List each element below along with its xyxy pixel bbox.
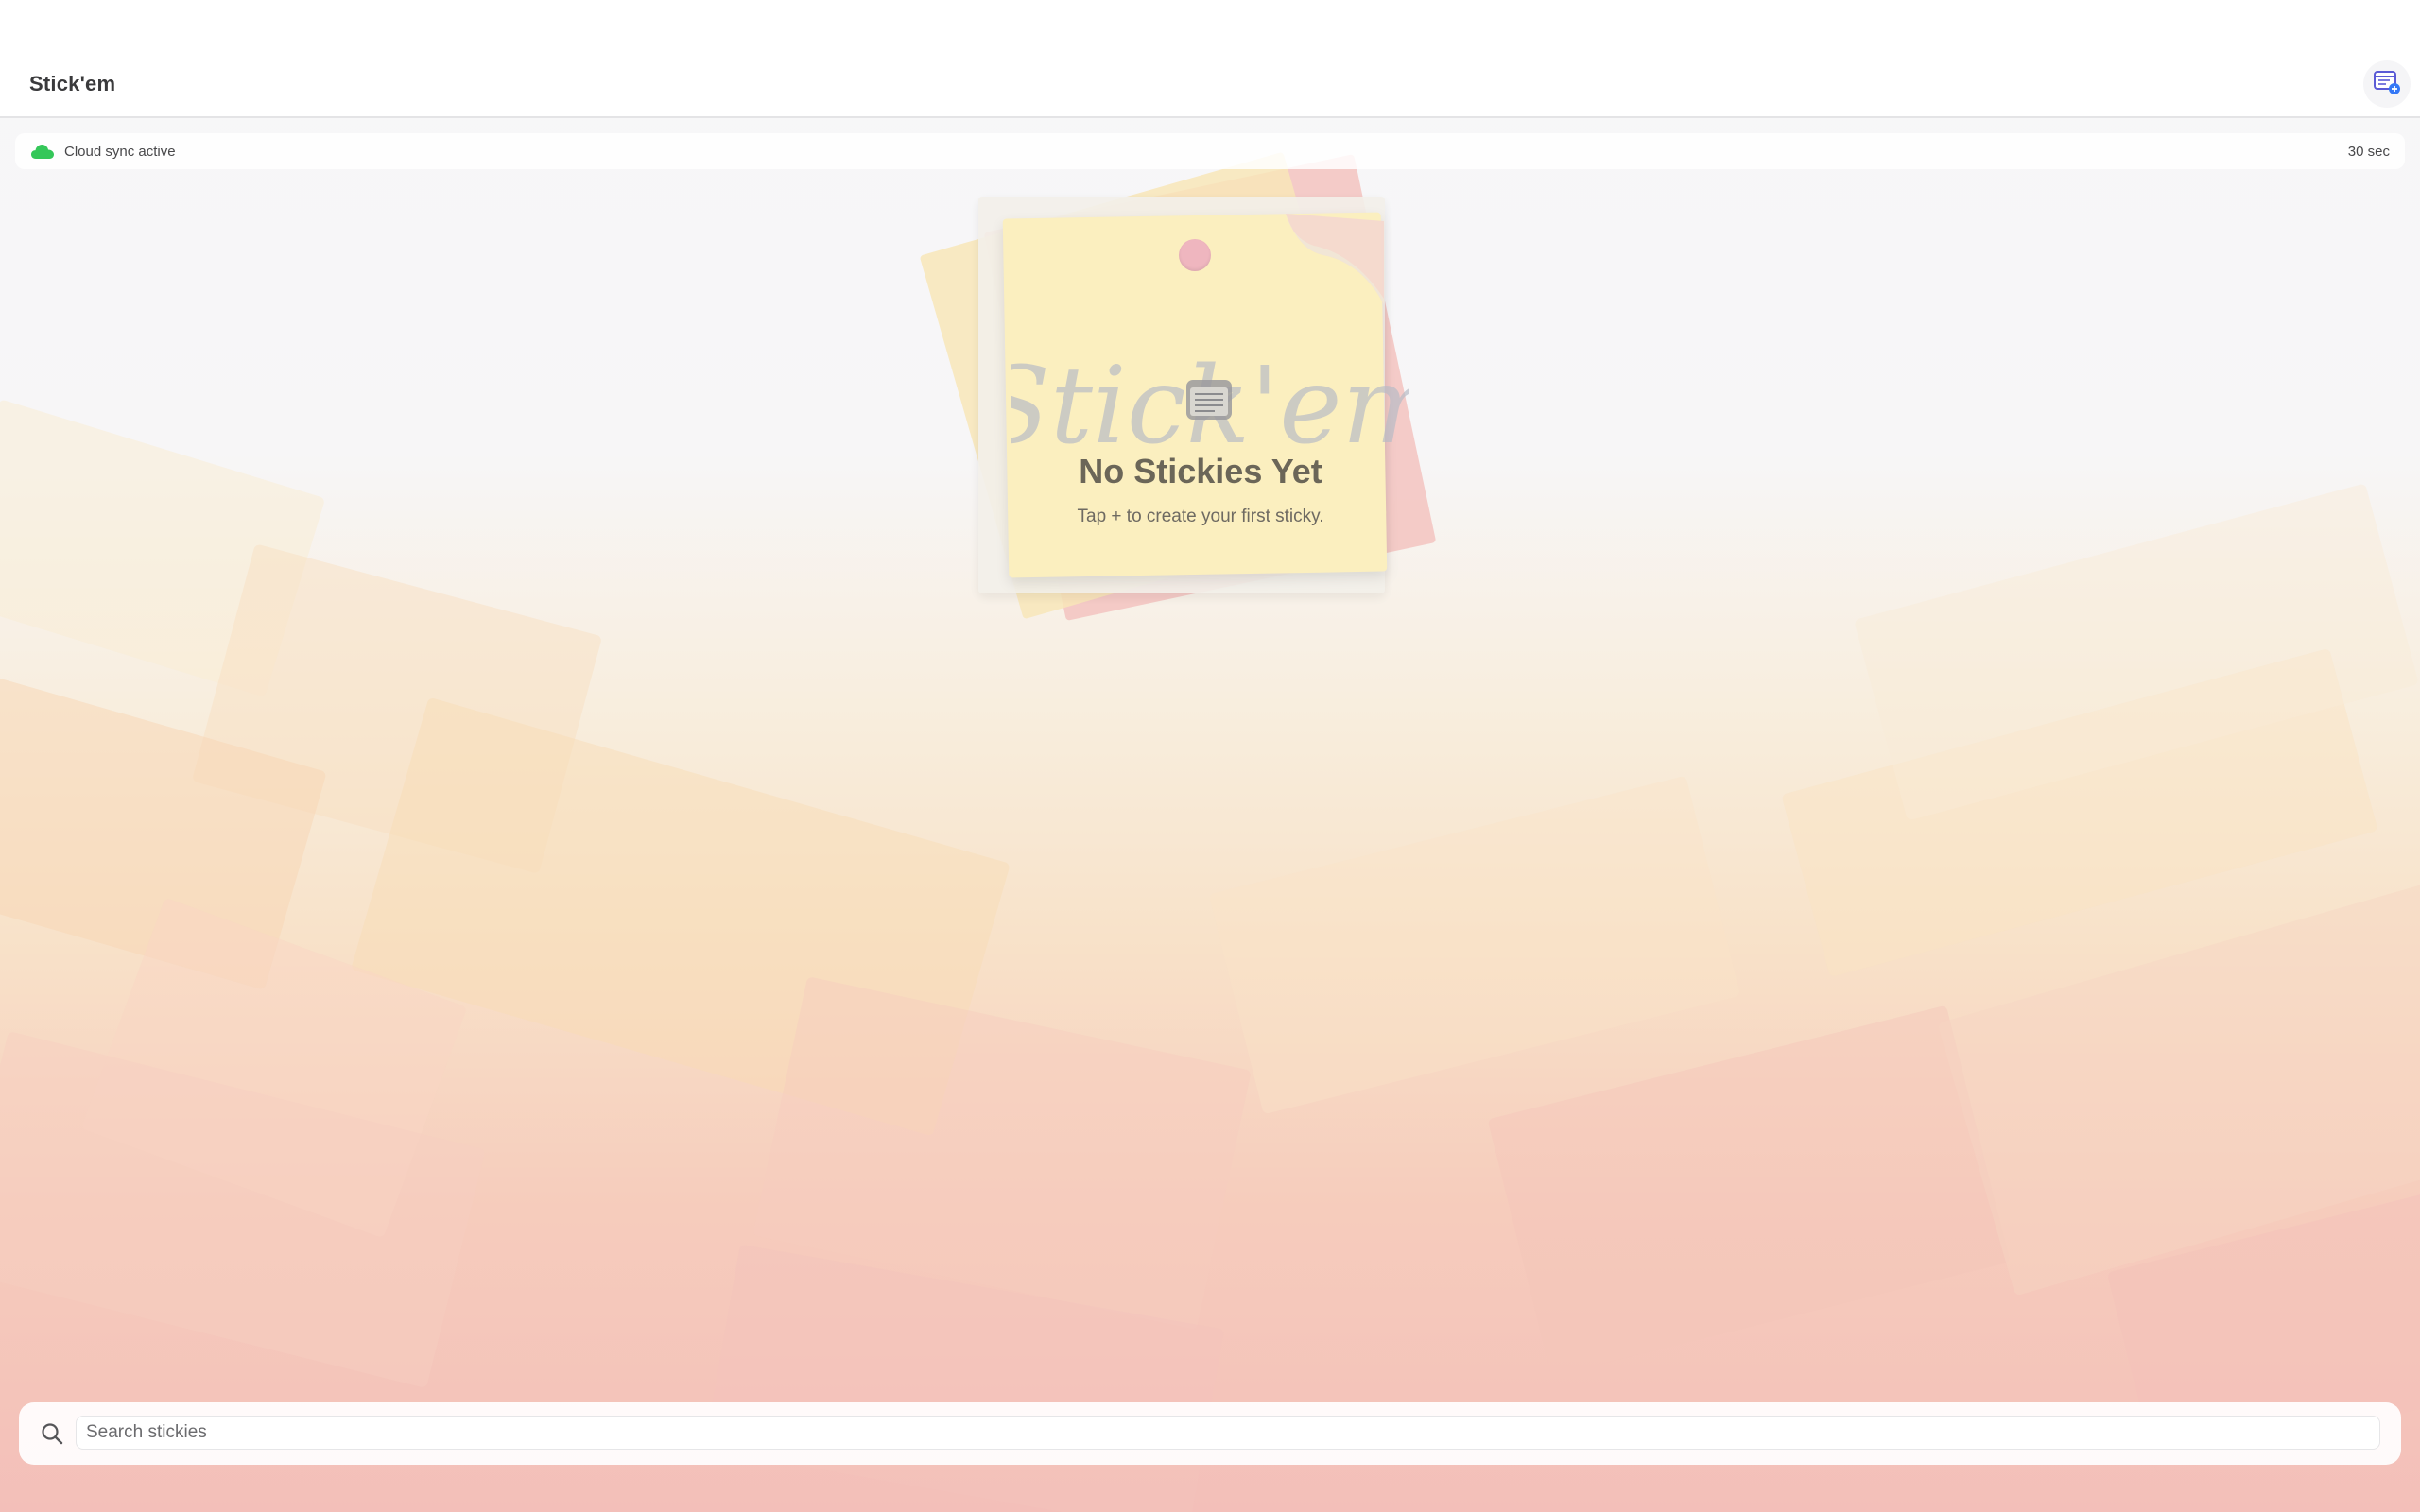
- sync-status-bar: Cloud sync active 30 sec: [15, 133, 2405, 169]
- sync-interval: 30 sec: [2347, 144, 2390, 160]
- top-bar: Stick'em: [0, 0, 2420, 118]
- empty-state: Stick'em No Stickies Yet Tap + to create…: [919, 151, 1475, 669]
- search-input[interactable]: [76, 1416, 2380, 1450]
- app-title: Stick'em: [29, 72, 116, 95]
- new-sticky-button[interactable]: [2363, 60, 2411, 108]
- sync-status-text: Cloud sync active: [64, 144, 176, 160]
- empty-state-title: No Stickies Yet: [1079, 452, 1322, 490]
- pin: [1179, 239, 1211, 271]
- cloud-icon: [30, 143, 55, 160]
- note-lines-icon: [1184, 378, 1234, 421]
- search-panel: [19, 1402, 2401, 1465]
- note-plus-icon: [2373, 69, 2401, 100]
- search-icon: [40, 1421, 64, 1446]
- folded-corner: [1286, 214, 1384, 304]
- empty-state-subtitle: Tap + to create your first sticky.: [1077, 507, 1324, 526]
